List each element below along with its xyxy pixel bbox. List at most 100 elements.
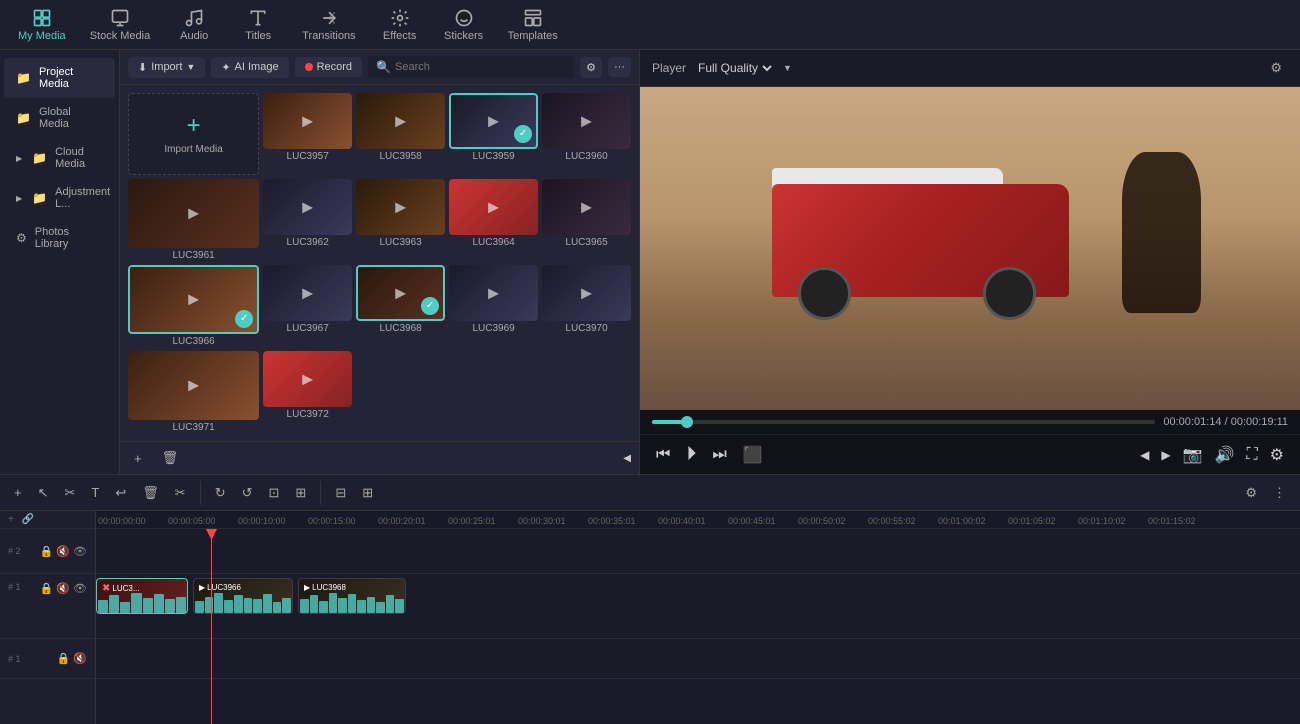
player-settings-button[interactable]: ⚙ — [1264, 56, 1288, 80]
more-controls-button[interactable]: ⚙ — [1266, 441, 1288, 469]
video-icon: ▶ — [581, 198, 592, 215]
zoom-out-button[interactable]: ⊟ — [329, 481, 352, 505]
list-item[interactable]: ▶ LUC3963 — [356, 179, 445, 261]
track-mute-icon[interactable]: 🔇 — [56, 545, 70, 558]
undo-button[interactable]: ↩ — [109, 481, 132, 505]
sidebar-item-global-media[interactable]: 📁 Global Media — [4, 98, 115, 138]
clip-luc3[interactable]: ✖ LUC3... — [96, 578, 188, 614]
search-input[interactable] — [395, 61, 566, 73]
media-item-label: LUC3964 — [449, 235, 538, 250]
list-item[interactable]: ▶ LUC3969 — [449, 265, 538, 347]
player-controls: ⏮ ⏵ ⏭ ⬛ ◀ ▶ 📷 🔊 ⛶ ⚙ — [640, 434, 1300, 474]
text-tool[interactable]: T — [85, 481, 105, 504]
video-icon: ▶ — [188, 377, 199, 394]
media-bottom-bar: + 🗑 ◀ — [120, 441, 639, 474]
rotate-button[interactable]: ↻ — [209, 481, 232, 505]
toolbar-templates[interactable]: Templates — [498, 4, 568, 46]
list-item[interactable]: ▶ LUC3967 — [263, 265, 352, 347]
toolbar-transitions[interactable]: Transitions — [292, 4, 365, 46]
extend-button[interactable]: ⊞ — [289, 481, 312, 505]
scissors-button[interactable]: ✂ — [169, 481, 192, 505]
media-item-label: LUC3968 — [356, 321, 445, 336]
track-eye-icon[interactable]: 👁 — [73, 582, 87, 595]
media-item-label: LUC3966 — [128, 334, 259, 347]
track-mute-icon[interactable]: 🔇 — [73, 652, 87, 665]
separator — [200, 481, 201, 505]
fullscreen-button[interactable]: ⛶ — [1242, 442, 1261, 468]
volume-button[interactable]: 🔊 — [1211, 441, 1239, 469]
step-forward-button[interactable]: ⏭ — [708, 442, 730, 468]
delete-button[interactable]: 🗑 — [136, 481, 165, 505]
video-icon: ▶ — [302, 112, 313, 129]
toolbar-stickers[interactable]: Stickers — [434, 4, 494, 46]
toolbar-effects[interactable]: Effects — [370, 4, 430, 46]
list-item[interactable]: ▶ LUC3958 — [356, 93, 445, 175]
clip-luc3968[interactable]: ▶ LUC3968 — [298, 578, 406, 614]
sidebar-item-photos-library[interactable]: ⚙ Photos Library — [4, 218, 115, 258]
toolbar-audio[interactable]: Audio — [164, 4, 224, 46]
list-item[interactable]: ▶ ✓ LUC3968 — [356, 265, 445, 347]
track-eye-icon[interactable]: 👁 — [73, 545, 87, 558]
list-item[interactable]: ▶ LUC3971 — [128, 351, 259, 433]
list-item[interactable]: ▶ LUC3962 — [263, 179, 352, 261]
list-item[interactable]: ▶ LUC3961 — [128, 179, 259, 261]
add-to-timeline-button[interactable]: + — [128, 447, 148, 470]
filter-button[interactable]: ⚙ — [580, 57, 602, 78]
zoom-in-button[interactable]: ⊞ — [356, 481, 379, 505]
record-button[interactable]: Record — [295, 57, 362, 77]
track-lock-icon[interactable]: 🔒 — [40, 582, 54, 595]
sidebar-item-project-media[interactable]: 📁 Project Media — [4, 58, 115, 98]
list-item[interactable]: ▶ ✓ LUC3966 — [128, 265, 259, 347]
remove-button[interactable]: 🗑 — [156, 446, 185, 470]
list-item[interactable]: ▶ LUC3957 — [263, 93, 352, 175]
video-icon: ▶ — [488, 284, 499, 301]
stop-button[interactable]: ⬛ — [739, 441, 767, 469]
more-options-button[interactable]: ··· — [608, 57, 631, 77]
prev-frame-button[interactable]: ◀ — [1136, 444, 1153, 466]
quality-select[interactable]: Full Quality 1/2 Quality 1/4 Quality — [694, 60, 775, 76]
import-button[interactable]: ⬇ Import ▼ — [128, 57, 205, 78]
track-2-header: # 2 🔒 🔇 👁 — [0, 529, 95, 574]
import-media-tile[interactable]: + Import Media — [128, 93, 259, 175]
add-timeline-button[interactable]: + — [8, 514, 14, 525]
timeline-more[interactable]: ⋮ — [1267, 481, 1292, 505]
loop-button[interactable]: ↺ — [236, 481, 259, 505]
track-lock-icon[interactable]: 🔒 — [40, 545, 54, 558]
next-frame-button[interactable]: ▶ — [1157, 444, 1174, 466]
media-item-label: LUC3963 — [356, 235, 445, 250]
playhead[interactable] — [211, 529, 212, 724]
toolbar-my-media[interactable]: My Media — [8, 4, 76, 46]
progress-bar[interactable] — [652, 420, 1155, 424]
sidebar-item-cloud-media[interactable]: ▶ 📁 Cloud Media — [4, 138, 115, 178]
video-icon: ▶ — [395, 112, 406, 129]
select-tool[interactable]: ↖ — [32, 481, 55, 505]
list-item[interactable]: ▶ LUC3970 — [542, 265, 631, 347]
crop-button[interactable]: ⊡ — [263, 481, 286, 505]
step-back-button[interactable]: ⏮ — [652, 442, 674, 468]
track-mute-icon[interactable]: 🔇 — [56, 582, 70, 595]
magnet-button[interactable]: 🔗 — [22, 514, 34, 525]
dropdown-arrow: ▼ — [186, 62, 195, 72]
video-icon: ▶ — [188, 205, 199, 222]
video-icon: ▶ — [488, 112, 499, 129]
screenshot-button[interactable]: 📷 — [1179, 441, 1207, 469]
add-track-button[interactable]: + — [8, 481, 28, 504]
toolbar-titles[interactable]: Titles — [228, 4, 288, 46]
ai-image-button[interactable]: ✦ AI Image — [211, 57, 288, 78]
cut-tool[interactable]: ✂ — [59, 481, 82, 505]
collapse-button[interactable]: ◀ — [623, 453, 631, 464]
track-row-1: ✖ LUC3... — [96, 574, 1300, 639]
list-item[interactable]: ▶ LUC3965 — [542, 179, 631, 261]
track-audio-header: # 1 🔒 🔇 — [0, 639, 95, 679]
sidebar-item-adjustment[interactable]: ▶ 📁 Adjustment L... — [4, 178, 115, 218]
track-lock-icon[interactable]: 🔒 — [57, 652, 71, 665]
clip-luc3966[interactable]: ▶ LUC3966 — [193, 578, 293, 614]
media-toolbar: ⬇ Import ▼ ✦ AI Image Record 🔍 ⚙ ··· — [120, 50, 639, 85]
timeline-settings[interactable]: ⚙ — [1239, 481, 1263, 505]
toolbar-stock-media[interactable]: Stock Media — [80, 4, 161, 46]
list-item[interactable]: ▶ LUC3960 — [542, 93, 631, 175]
list-item[interactable]: ▶ LUC3964 — [449, 179, 538, 261]
list-item[interactable]: ▶ LUC3972 — [263, 351, 352, 433]
play-pause-button[interactable]: ⏵ — [682, 439, 700, 470]
list-item[interactable]: ▶ ✓ LUC3959 — [449, 93, 538, 175]
